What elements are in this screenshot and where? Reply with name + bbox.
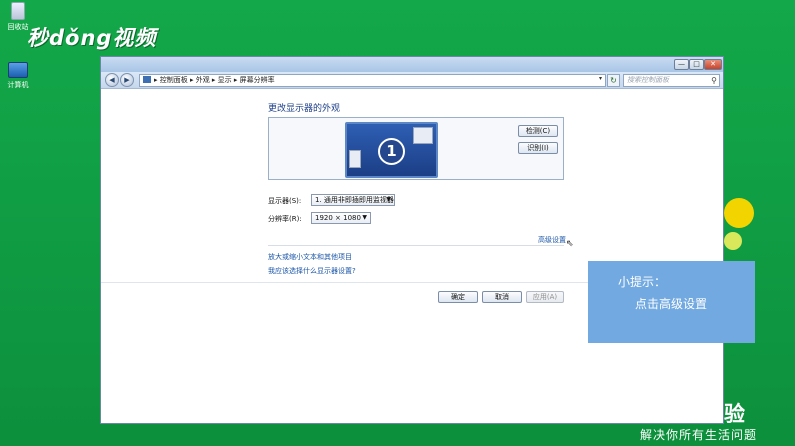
content-pane: 更改显示器的外观 1 检测(C) 识别(I) 显示器(S): 1. 通用非即插即… [101, 90, 723, 423]
chevron-down-icon: ▼ [386, 196, 391, 203]
address-dropdown-icon[interactable]: ▾ [599, 75, 602, 82]
monitor-number-badge: 1 [378, 138, 405, 165]
display-select-value: 1. 通用非即插即用监视器 [315, 196, 394, 204]
display-label: 显示器(S): [268, 197, 302, 205]
search-placeholder: 搜索控制面板 [627, 76, 669, 84]
enlarge-text-link[interactable]: 放大或缩小文本和其他项目 [268, 252, 352, 262]
search-input[interactable]: 搜索控制面板 ⚲ [623, 74, 720, 87]
title-bar[interactable]: — □ ✕ [101, 57, 723, 72]
resolution-label: 分辨率(R): [268, 215, 302, 223]
monitor-preview-panel: 1 检测(C) 识别(I) [268, 117, 564, 180]
recycle-bin-label: 回收站 [7, 23, 29, 31]
watermark-fragment: 验 [724, 402, 745, 426]
control-panel-window: — □ ✕ ◀ ▶ ▸ 控制面板 ▸ 外观 ▸ 显示 ▸ 屏幕分辨率 ▾ ↻ 搜… [100, 56, 724, 424]
identify-button[interactable]: 识别(I) [518, 142, 558, 154]
ok-button[interactable]: 确定 [438, 291, 478, 303]
divider [268, 245, 564, 246]
resolution-select[interactable]: 1920 × 1080 ▼ [311, 212, 371, 224]
which-settings-link[interactable]: 我应该选择什么显示器设置? [268, 266, 356, 276]
address-input[interactable]: ▸ 控制面板 ▸ 外观 ▸ 显示 ▸ 屏幕分辨率 [139, 74, 606, 87]
window-thumbnail-icon [349, 150, 361, 168]
decor-circle-yellow [724, 198, 754, 228]
page-title: 更改显示器的外观 [268, 104, 341, 114]
search-icon[interactable]: ⚲ [711, 75, 717, 86]
forward-button[interactable]: ▶ [120, 73, 134, 87]
back-button[interactable]: ◀ [105, 73, 119, 87]
tip-overlay: 小提示： 点击高级设置 [588, 261, 755, 343]
apply-button[interactable]: 应用(A) [526, 291, 564, 303]
close-button[interactable]: ✕ [704, 59, 722, 70]
mouse-cursor-icon: ⇖ [566, 239, 574, 249]
computer-desktop-icon[interactable]: 计算机 [0, 62, 36, 90]
cancel-button[interactable]: 取消 [482, 291, 522, 303]
address-bar: ◀ ▶ ▸ 控制面板 ▸ 外观 ▸ 显示 ▸ 屏幕分辨率 ▾ ↻ 搜索控制面板 … [101, 72, 723, 89]
decor-circle-lime [724, 232, 742, 250]
maximize-button[interactable]: □ [689, 59, 704, 70]
resolution-select-value: 1920 × 1080 [315, 214, 361, 222]
monitor-icon [8, 62, 28, 78]
display-select[interactable]: 1. 通用非即插即用监视器 ▼ [311, 194, 395, 206]
tip-body: 点击高级设置 [635, 297, 708, 311]
trash-icon [11, 2, 25, 20]
chevron-down-icon: ▼ [362, 214, 367, 221]
refresh-button[interactable]: ↻ [607, 74, 620, 87]
advanced-settings-link[interactable]: 高级设置 [538, 235, 566, 245]
slogan-text: 解决你所有生活问题 [639, 428, 757, 442]
computer-label: 计算机 [7, 81, 29, 89]
breadcrumb: ▸ 控制面板 ▸ 外观 ▸ 显示 ▸ 屏幕分辨率 [154, 76, 275, 84]
detect-button[interactable]: 检测(C) [518, 125, 558, 137]
tip-title: 小提示： [618, 275, 667, 289]
window-thumbnail-icon [413, 127, 433, 144]
brand-logo: 秒dǒng视频 [27, 26, 157, 50]
minimize-button[interactable]: — [674, 59, 689, 70]
control-panel-icon [143, 76, 151, 83]
monitor-preview[interactable]: 1 [345, 122, 438, 178]
